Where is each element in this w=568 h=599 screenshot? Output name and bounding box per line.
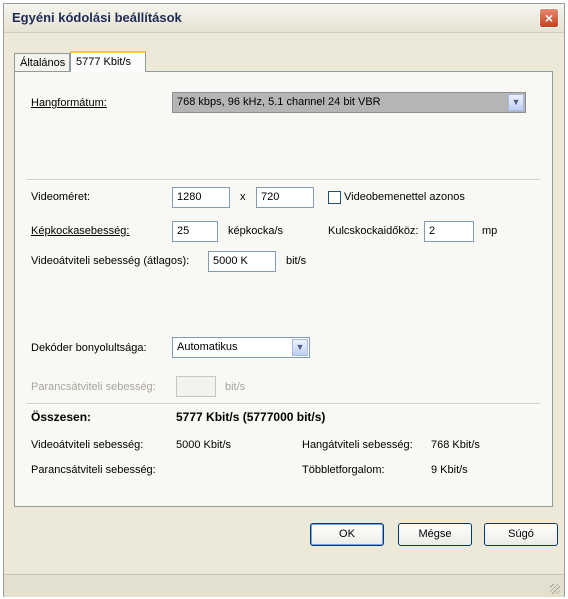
command-bitrate-unit: bit/s [225,381,246,393]
video-size-label: Videoméret: [31,191,91,203]
same-as-input-checkbox[interactable] [328,191,341,204]
summary-video-value: 5000 Kbit/s [176,439,232,451]
summary-overhead-value: 9 Kbit/s [431,464,468,476]
resize-grip-icon[interactable] [550,584,560,594]
window-title: Egyéni kódolási beállítások [12,10,182,25]
framerate-input[interactable]: 25 [172,221,218,242]
decoder-label: Dekóder bonyolultsága: [31,342,147,354]
audio-format-select[interactable]: 768 kbps, 96 kHz, 5.1 channel 24 bit VBR… [172,92,526,113]
ok-button[interactable]: OK [310,523,384,546]
chevron-down-icon[interactable]: ▼ [292,339,308,356]
video-size-x: x [240,191,246,203]
decoder-value: Automatikus [177,341,238,353]
command-bitrate-input[interactable] [176,376,216,397]
tab-panel: Hangformátum: 768 kbps, 96 kHz, 5.1 chan… [14,71,553,507]
title-bar[interactable]: Egyéni kódolási beállítások × [4,4,564,33]
framerate-label: Képkockasebesség: [31,225,130,237]
close-icon[interactable]: × [539,8,559,28]
framerate-unit: képkocka/s [228,225,284,237]
keyframe-unit: mp [482,225,498,237]
chevron-down-icon[interactable]: ▼ [508,94,524,111]
summary-video-label: Videoátviteli sebesség: [31,439,144,451]
summary-audio-value: 768 Kbit/s [431,439,480,451]
same-as-input-label[interactable]: Videobemenettel azonos [344,191,465,203]
tab-general[interactable]: Általános [14,53,70,71]
separator [27,179,540,181]
cancel-button[interactable]: Mégse [398,523,472,546]
tab-bitrate[interactable]: 5777 Kbit/s [70,51,146,72]
keyframe-input[interactable]: 2 [424,221,474,242]
summary-label: Összesen: [31,410,92,424]
video-width-input[interactable]: 1280 [172,187,230,208]
summary-value: 5777 Kbit/s (5777000 bit/s) [176,410,326,424]
audio-format-value: 768 kbps, 96 kHz, 5.1 channel 24 bit VBR [177,96,381,108]
audio-format-label: Hangformátum: [31,97,107,109]
keyframe-label: Kulcskockaidőköz: [328,225,419,237]
video-height-input[interactable]: 720 [256,187,314,208]
dialog-window: Egyéni kódolási beállítások × Általános … [3,3,565,597]
help-button[interactable]: Súgó [484,523,558,546]
decoder-select[interactable]: Automatikus ▼ [172,337,310,358]
video-bitrate-unit: bit/s [286,255,307,267]
command-bitrate-label: Parancsátviteli sebesség: [31,381,156,393]
video-bitrate-input[interactable]: 5000 K [208,251,276,272]
status-bar [4,574,564,597]
video-bitrate-label: Videoátviteli sebesség (átlagos): [31,255,190,267]
separator [27,403,540,405]
summary-overhead-label: Többletforgalom: [302,464,385,476]
summary-audio-label: Hangátviteli sebesség: [302,439,413,451]
summary-command-label: Parancsátviteli sebesség: [31,464,156,476]
